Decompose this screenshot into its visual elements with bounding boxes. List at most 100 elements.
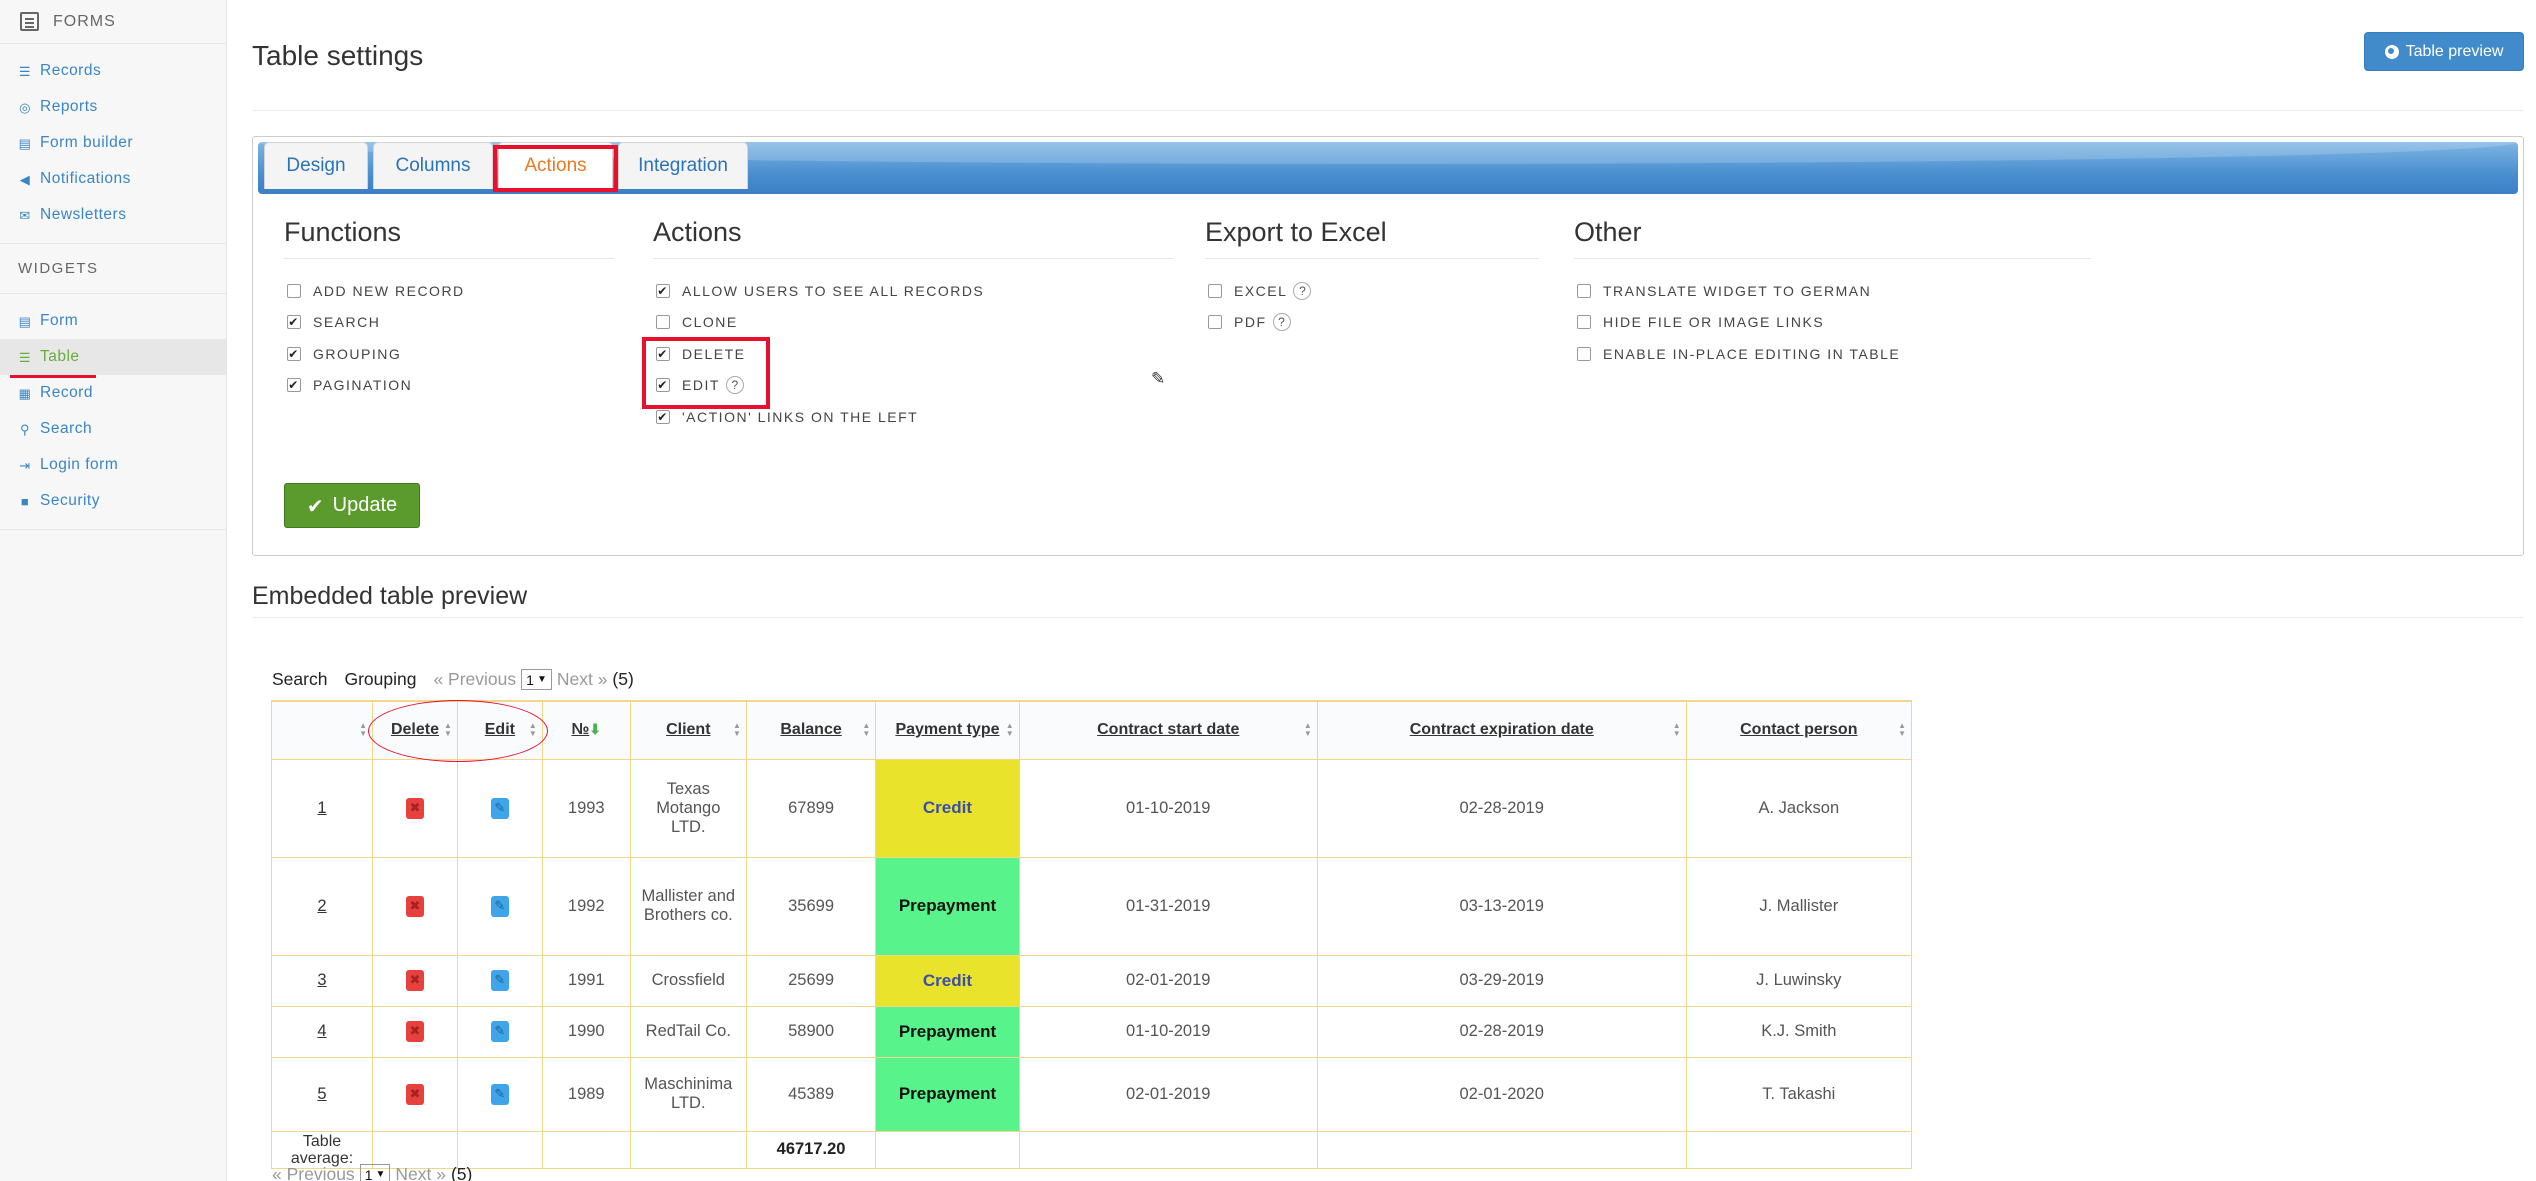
sidebar-item-newsletters[interactable]: ✉ Newsletters [0,197,226,233]
next-link[interactable]: Next » [395,1164,446,1181]
table-average-label: Table average: [270,1130,374,1169]
sidebar-item-reports[interactable]: ◎ Reports [0,89,226,125]
sort-icon[interactable]: ▲ ▼ [862,722,870,738]
option-clone[interactable]: CLONE [653,307,1173,339]
payment-type-cell: Credit [875,954,1020,1007]
contract-start-cell: 02-01-2019 [1018,1056,1318,1132]
edit-cell: ✎ [456,758,543,858]
previous-link[interactable]: « Previous [433,669,516,690]
sidebar-item-table[interactable]: ☰ Table [0,339,226,378]
column-header-label: Contact person [1740,721,1858,739]
sort-icon[interactable]: ▲ ▼ [1673,722,1681,738]
row-index-link[interactable]: 5 [270,1056,374,1132]
help-icon[interactable]: ? [1293,281,1312,300]
page-number: 1 [526,671,534,688]
row-index-link[interactable]: 3 [270,954,374,1007]
option-translate-german[interactable]: TRANSLATE WIDGET TO GERMAN [1574,275,2091,307]
sidebar-item-label: Search [40,420,93,437]
edit-icon[interactable]: ✎ [490,1021,509,1042]
search-link[interactable]: Search [272,669,327,690]
checkbox[interactable] [1577,346,1591,361]
sidebar-item-login-form[interactable]: ⇥ Login form [0,447,226,483]
checkbox[interactable] [287,283,301,298]
column-header-contract-start[interactable]: Contract start date ▲ ▼ [1018,700,1318,760]
checkbox[interactable] [1208,315,1222,330]
preview-table: ▲ ▼ Delete ▲ ▼ Edit ▲ ▼ №⬇ Client ▲ ▼ Balance ▲ ▼… [270,700,1913,1169]
edit-icon[interactable]: ✎ [490,797,509,819]
checkbox[interactable] [1577,315,1591,330]
sidebar-item-form-builder[interactable]: ▤ Form builder [0,125,226,161]
table-preview-button[interactable]: Table preview [2364,32,2524,71]
option-in-place-editing[interactable]: ENABLE IN-PLACE EDITING IN TABLE [1574,338,2091,370]
option-pagination[interactable]: ✔ PAGINATION [284,370,614,402]
sort-icon[interactable]: ▲ ▼ [733,722,741,738]
sidebar-item-security[interactable]: ■ Security [0,483,226,519]
option-hide-file-links[interactable]: HIDE FILE OR IMAGE LINKS [1574,307,2091,339]
sidebar-item-records[interactable]: ☰ Records [0,53,226,89]
delete-icon[interactable]: ✖ [405,895,424,917]
checkbox[interactable] [656,315,670,330]
next-link[interactable]: Next » [557,669,608,690]
tab-label: Columns [395,155,471,176]
checkbox[interactable]: ✔ [287,346,301,361]
row-index-link[interactable]: 1 [270,758,374,858]
update-label: Update [332,494,398,516]
delete-icon[interactable]: ✖ [405,797,424,819]
row-index-link[interactable]: 4 [270,1005,374,1058]
option-search[interactable]: ✔ SEARCH [284,307,614,339]
edit-icon[interactable]: ✎ [490,1083,509,1105]
functions-title: Functions [284,217,614,259]
tab-design[interactable]: Design [264,142,368,189]
edit-cell: ✎ [456,954,543,1007]
tab-integration[interactable]: Integration [618,142,748,189]
previous-link[interactable]: « Previous [272,1164,355,1181]
option-excel[interactable]: EXCEL? [1205,275,1539,307]
checkbox[interactable]: ✔ [656,283,670,298]
balance-cell: 67899 [745,758,877,858]
edit-icon[interactable]: ✎ [490,970,509,991]
option-add-new-record[interactable]: ADD NEW RECORD [284,275,614,307]
delete-icon[interactable]: ✖ [405,1021,424,1042]
option-grouping[interactable]: ✔ GROUPING [284,338,614,370]
sort-icon[interactable]: ▲ ▼ [359,722,367,738]
checkbox[interactable]: ✔ [287,315,301,330]
delete-icon[interactable]: ✖ [405,1083,424,1105]
column-header-number[interactable]: №⬇ [541,700,631,760]
chevron-down-icon: ▼ [375,1169,386,1180]
sort-icon[interactable]: ▲ ▼ [1304,722,1312,738]
sidebar-item-record[interactable]: ▦ Record [0,375,226,411]
column-header-contract-expiration[interactable]: Contract expiration date ▲ ▼ [1316,700,1687,760]
functions-group: Functions ADD NEW RECORD ✔ SEARCH ✔ GROUPI… [284,217,614,401]
sort-icon[interactable]: ▲ ▼ [1006,722,1014,738]
help-icon[interactable]: ? [1272,313,1291,332]
checkbox[interactable]: ✔ [287,378,301,393]
delete-icon[interactable]: ✖ [405,970,424,991]
sidebar-item-search[interactable]: ⚲ Search [0,411,226,447]
option-allow-users-see-all[interactable]: ✔ ALLOW USERS TO SEE ALL RECORDS [653,275,1173,307]
update-button[interactable]: ✔ Update [284,483,420,528]
option-label: ALLOW USERS TO SEE ALL RECORDS [682,282,985,299]
page-select[interactable]: 1 ▼ [359,1164,391,1181]
page-select[interactable]: 1 ▼ [521,669,552,690]
number-cell: 1993 [541,758,631,858]
option-label: SEARCH [313,314,381,331]
grouping-link[interactable]: Grouping [344,669,416,690]
column-header-client[interactable]: Client ▲ ▼ [629,700,747,760]
checkbox[interactable]: ✔ [656,409,670,424]
sidebar-item-form[interactable]: ▤ Form [0,303,226,339]
edit-icon[interactable]: ✎ [490,895,509,917]
column-header-contact-person[interactable]: Contact person ▲ ▼ [1685,700,1913,760]
checkbox[interactable] [1208,283,1222,298]
option-pdf[interactable]: PDF? [1205,307,1539,339]
sidebar-item-notifications[interactable]: ◀ Notifications [0,161,226,197]
column-header-payment-type[interactable]: Payment type ▲ ▼ [875,700,1020,760]
option-label: CLONE [682,314,738,331]
sidebar-item-label: Reports [40,98,98,115]
pencil-icon[interactable]: ✎ [1151,369,1165,389]
column-header-balance[interactable]: Balance ▲ ▼ [745,700,877,760]
checkbox[interactable] [1577,283,1591,298]
sidebar-item-label: Table [40,348,80,365]
tab-columns[interactable]: Columns [373,142,493,189]
sort-icon[interactable]: ▲ ▼ [1898,722,1906,738]
row-index-link[interactable]: 2 [270,856,374,956]
